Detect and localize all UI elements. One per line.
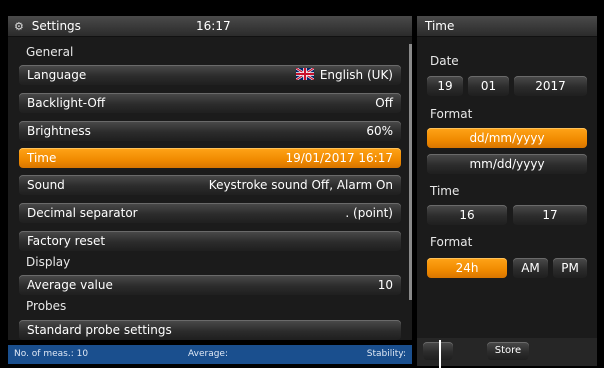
row-label: Decimal separator (27, 206, 138, 220)
time-panel-title: Time (425, 19, 455, 33)
text-cursor (439, 340, 441, 368)
scrollbar[interactable] (409, 44, 412, 300)
row-label: Language (27, 68, 87, 82)
store-button[interactable]: Store (487, 342, 529, 360)
row-time[interactable]: Time 19/01/2017 16:17 (19, 148, 401, 168)
average-readout: Average: (188, 349, 228, 359)
pm-button[interactable]: PM (553, 258, 587, 278)
row-average-value[interactable]: Average value 10 (19, 275, 401, 295)
row-backlight[interactable]: Backlight-Off Off (19, 93, 401, 113)
row-brightness[interactable]: Brightness 60% (19, 121, 401, 141)
time-header: Time (417, 16, 597, 37)
date-label: Date (430, 54, 459, 68)
row-sound[interactable]: Sound Keystroke sound Off, Alarm On (19, 175, 401, 195)
row-standard-probe-settings[interactable]: Standard probe settings (19, 320, 401, 340)
row-value: Keystroke sound Off, Alarm On (208, 178, 393, 192)
time-format-label: Format (430, 235, 473, 249)
am-button[interactable]: AM (513, 258, 548, 278)
format-24h-button[interactable]: 24h (427, 258, 507, 278)
measurement-count: No. of meas.: 10 (14, 349, 89, 359)
section-probes: Probes (26, 299, 67, 313)
settings-title: Settings (31, 19, 81, 33)
bottom-controls: Store (417, 338, 597, 366)
time-settings-panel: Date 19 01 2017 Format dd/mm/yyyy mm/dd/… (417, 37, 597, 340)
blank-button[interactable] (423, 342, 453, 360)
row-label: Brightness (27, 124, 91, 138)
row-label: Backlight-Off (27, 96, 106, 110)
row-value: Off (375, 96, 393, 110)
row-value: English (UK) (319, 68, 393, 82)
settings-list: General Language English (UK) Backlight-… (8, 37, 412, 340)
date-format-label: Format (430, 107, 473, 121)
row-decimal-separator[interactable]: Decimal separator . (point) (19, 203, 401, 223)
row-value: 60% (366, 124, 393, 138)
row-factory-reset[interactable]: Factory reset (19, 231, 401, 251)
row-value: 19/01/2017 16:17 (285, 151, 393, 165)
row-label: Time (27, 151, 57, 165)
month-field[interactable]: 01 (468, 76, 509, 96)
settings-header: ⚙ Settings 16:17 (8, 16, 412, 37)
clock: 16:17 (196, 19, 231, 33)
row-language[interactable]: Language English (UK) (19, 65, 401, 85)
row-label: Standard probe settings (27, 323, 172, 337)
format-ddmmyyyy-button[interactable]: dd/mm/yyyy (427, 128, 587, 148)
status-bar: No. of meas.: 10 Average: Stability: (8, 345, 412, 364)
row-value: . (point) (345, 206, 393, 220)
section-display: Display (26, 255, 71, 269)
minute-field[interactable]: 17 (513, 205, 587, 225)
hour-field[interactable]: 16 (427, 205, 507, 225)
row-label: Sound (27, 178, 65, 192)
row-label: Average value (27, 278, 113, 292)
year-field[interactable]: 2017 (514, 76, 587, 96)
time-label: Time (430, 184, 460, 198)
row-value: 10 (377, 278, 393, 292)
uk-flag-icon (295, 68, 314, 80)
row-label: Factory reset (27, 234, 106, 248)
section-general: General (26, 45, 74, 59)
stability-readout: Stability: (366, 349, 406, 359)
format-mmddyyyy-button[interactable]: mm/dd/yyyy (427, 154, 587, 174)
gear-icon: ⚙ (14, 20, 24, 33)
day-field[interactable]: 19 (427, 76, 463, 96)
